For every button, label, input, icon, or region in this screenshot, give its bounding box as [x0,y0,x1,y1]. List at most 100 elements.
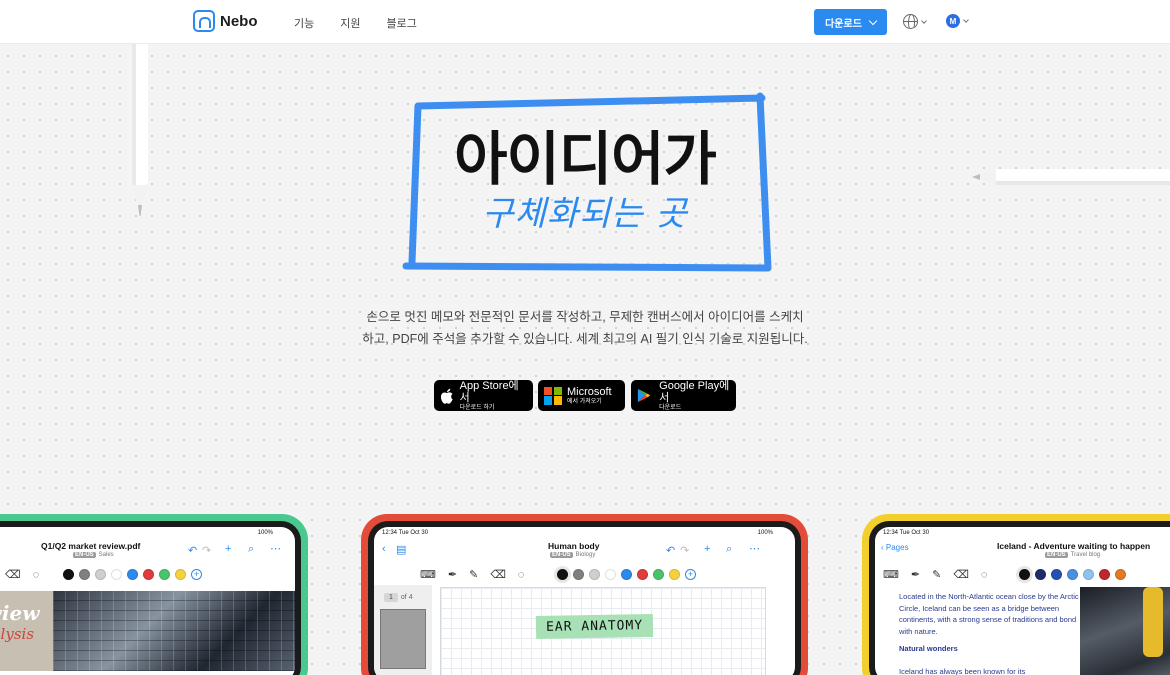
nav-link-support[interactable]: 지원 [340,15,360,31]
lasso-icon[interactable]: ◌ [33,569,40,581]
battery-status: 100% [757,530,773,536]
color-palette: + [557,569,696,580]
tablet-preview-travel: 12:34 Tue Oct 30 ‹ Pages Iceland - Adven… [862,514,1170,675]
color-swatch[interactable] [111,569,122,580]
language-selector[interactable] [903,14,927,29]
article-heading: Natural wonders [899,644,958,653]
eraser-icon[interactable]: ⌫ [953,568,969,581]
document-tag: EN-US Travel blog [1045,552,1100,558]
color-swatch[interactable] [127,569,138,580]
ear-anatomy-note: EAR ANATOMY [535,613,654,640]
color-swatch[interactable] [1035,569,1046,580]
page-thumbnail[interactable] [380,609,426,669]
tablet-screen: 12:34 Tue Oct 30 ‹ Pages Iceland - Adven… [875,527,1170,675]
color-swatch[interactable] [63,569,74,580]
chevron-down-icon [921,17,927,24]
eraser-icon[interactable]: ⌫ [490,568,506,581]
sidebar-icon[interactable]: ▤ [396,543,406,556]
color-swatch[interactable] [557,569,568,580]
color-swatch[interactable] [605,569,616,580]
color-swatch[interactable] [1019,569,1030,580]
more-icon[interactable]: ⋯ [270,542,281,555]
more-icon[interactable]: ⋯ [749,542,760,555]
highlighter-icon[interactable]: ✎ [932,568,941,581]
color-swatch[interactable] [1051,569,1062,580]
document-category: Travel blog [1070,552,1101,558]
redo-icon[interactable]: ↷ [202,544,211,557]
top-nav: Nebo 기능 지원 블로그 다운로드 M [0,0,1170,44]
undo-icon[interactable]: ↶ [188,544,197,557]
status-time: 12:34 Tue Oct 30 [382,530,429,536]
color-swatch[interactable] [573,569,584,580]
document-category: Biology [575,552,596,558]
keyboard-icon[interactable]: ⌨ [883,568,899,581]
page-indicator: 1 of 4 [384,593,413,602]
color-swatch[interactable] [175,569,186,580]
back-icon[interactable]: ‹ [382,543,386,555]
app-store-badge[interactable]: App Store에서 다운로드 하기 [434,380,533,411]
tablet-preview-sales: 100% Q1/Q2 market review.pdf EN-US Sales … [0,514,308,675]
lasso-icon[interactable]: ◌ [981,569,988,581]
color-swatch[interactable] [1099,569,1110,580]
undo-icon[interactable]: ↶ [666,544,675,557]
color-swatch[interactable] [589,569,600,580]
download-button[interactable]: 다운로드 [814,9,887,35]
color-swatch[interactable] [1083,569,1094,580]
google-play-badge-title: Google Play에서 [659,379,730,404]
account-menu[interactable]: M [946,14,969,28]
nebo-logo[interactable]: Nebo [193,10,258,32]
hero-subtitle: 구체화되는 곳 [482,194,688,234]
eraser-icon[interactable]: ⌫ [5,568,21,581]
color-swatch[interactable] [1115,569,1126,580]
current-page: 1 [384,593,398,602]
status-time: 12:34 Tue Oct 30 [883,530,930,536]
hero-description-line: 손으로 멋진 메모와 전문적인 문서를 작성하고, 무제한 캔버스에서 아이디어… [366,310,804,324]
color-palette [1019,569,1126,580]
color-swatch[interactable] [637,569,648,580]
add-icon[interactable]: + [225,543,231,555]
nav-link-blog[interactable]: 블로그 [387,15,417,31]
add-color-icon[interactable]: + [685,569,696,580]
color-swatch[interactable] [669,569,680,580]
color-swatch[interactable] [143,569,154,580]
language-tag: EN-US [1045,552,1068,558]
add-icon[interactable]: + [704,543,710,555]
document-tag: EN-US Biology [550,552,595,558]
language-tag: EN-US [73,552,96,558]
tablet-screen: 100% Q1/Q2 market review.pdf EN-US Sales … [0,527,295,675]
nav-link-features[interactable]: 기능 [294,15,314,31]
pen-icon[interactable]: ✒ [448,568,457,581]
search-icon[interactable]: ⌕ [248,543,254,556]
search-icon[interactable]: ⌕ [726,543,732,556]
review-word: review [0,601,40,625]
highlighter-icon[interactable]: ✎ [469,568,478,581]
redo-icon[interactable]: ↷ [680,544,689,557]
color-swatch[interactable] [159,569,170,580]
add-color-icon[interactable]: + [191,569,202,580]
lasso-icon[interactable]: ◌ [518,569,525,581]
analysis-word: analysis [0,625,35,643]
color-swatch[interactable] [79,569,90,580]
document-title: Q1/Q2 market review.pdf [41,541,141,551]
app-store-badge-title: App Store에서 [459,379,519,404]
pen-icon[interactable]: ✒ [911,568,920,581]
microsoft-logo-icon [544,386,562,405]
tablet-preview-biology: 12:34 Tue Oct 30 100% ‹ ▤ Human body EN-… [361,514,808,675]
pencil-illustration [972,169,1170,185]
battery-status: 100% [257,530,273,536]
color-swatch[interactable] [653,569,664,580]
color-swatch[interactable] [95,569,106,580]
back-pages-link[interactable]: ‹ Pages [881,543,909,552]
microsoft-store-badge[interactable]: Microsoft 에서 가져오기 [538,380,625,411]
nav-links: 기능 지원 블로그 [294,15,417,31]
google-play-icon [637,388,651,403]
color-swatch[interactable] [621,569,632,580]
keyboard-icon[interactable]: ⌨ [420,568,436,581]
google-play-badge[interactable]: Google Play에서 다운로드 [631,380,736,411]
article-paragraph: Iceland has always been known for its [899,667,1026,675]
back-pages-label: Pages [885,543,909,552]
color-swatch[interactable] [1067,569,1078,580]
microsoft-badge-title: Microsoft [567,385,612,398]
chevron-down-icon [868,16,878,25]
document-title: Iceland - Adventure waiting to happen [997,541,1151,551]
